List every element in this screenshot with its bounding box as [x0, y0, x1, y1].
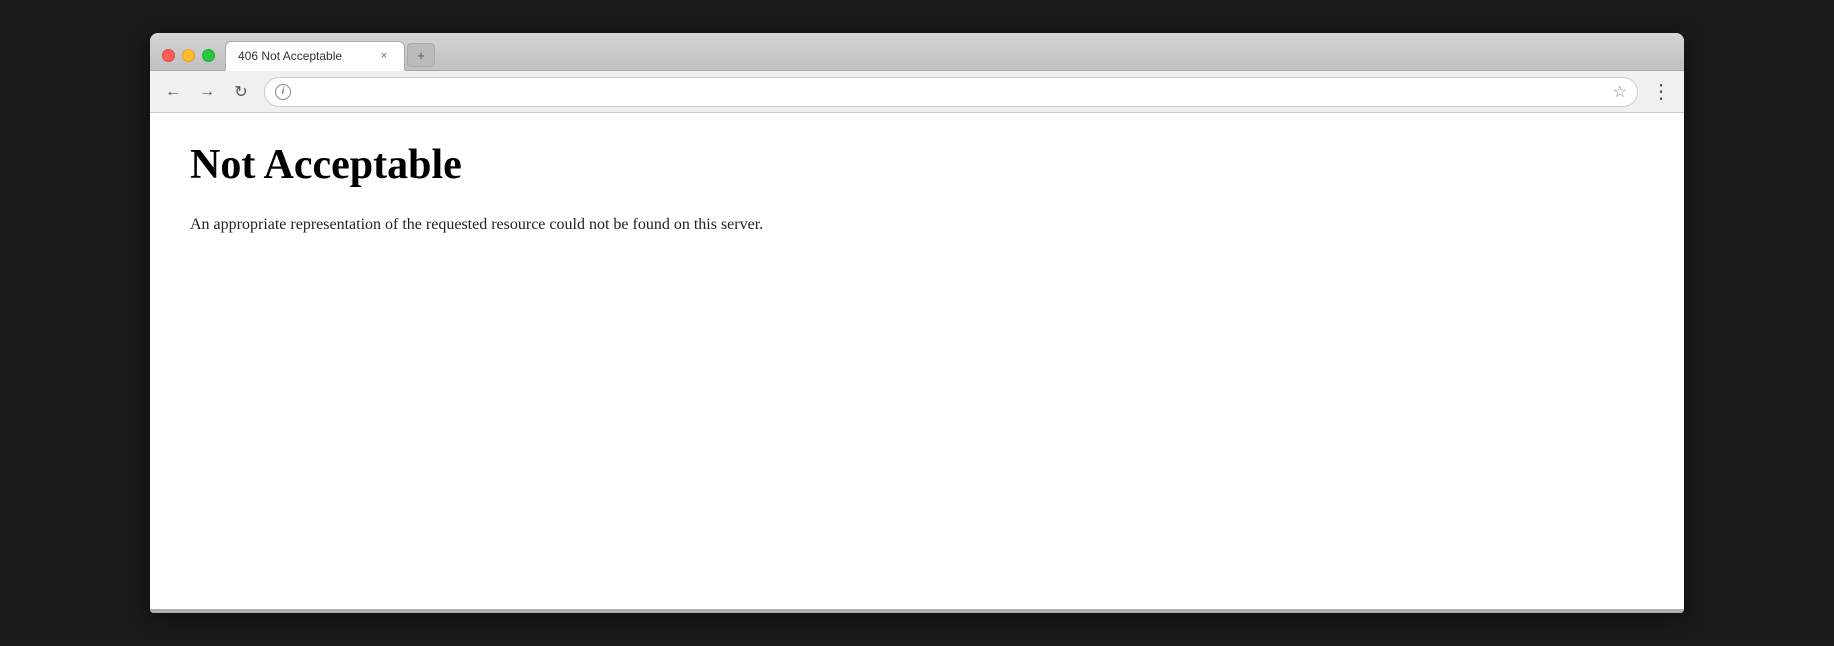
new-tab-area: + [405, 43, 435, 70]
info-icon[interactable]: i [275, 84, 291, 100]
address-bar-container: i ☆ [264, 77, 1638, 107]
title-bar: 406 Not Acceptable × + [150, 33, 1684, 71]
address-input[interactable] [297, 84, 1607, 99]
bookmark-star-button[interactable]: ☆ [1613, 82, 1627, 102]
nav-bar: ← → ↻ i ☆ ⋮ [150, 71, 1684, 113]
error-heading: Not Acceptable [190, 141, 1644, 189]
browser-menu-button[interactable]: ⋮ [1646, 77, 1676, 107]
reload-button[interactable]: ↻ [226, 77, 256, 107]
window-controls [162, 49, 215, 70]
tabs-area: 406 Not Acceptable × + [225, 40, 1684, 70]
close-button[interactable] [162, 49, 175, 62]
page-content: Not Acceptable An appropriate representa… [150, 113, 1684, 609]
active-tab[interactable]: 406 Not Acceptable × [225, 41, 405, 71]
tab-close-button[interactable]: × [376, 48, 392, 64]
error-description: An appropriate representation of the req… [190, 213, 1644, 237]
new-tab-button[interactable]: + [407, 43, 435, 67]
tab-title: 406 Not Acceptable [238, 49, 368, 63]
browser-bottom-bar [150, 609, 1684, 613]
browser-window: 406 Not Acceptable × + ← → ↻ i ☆ ⋮ Not A… [150, 33, 1684, 613]
maximize-button[interactable] [202, 49, 215, 62]
back-button[interactable]: ← [158, 77, 188, 107]
forward-button[interactable]: → [192, 77, 222, 107]
minimize-button[interactable] [182, 49, 195, 62]
